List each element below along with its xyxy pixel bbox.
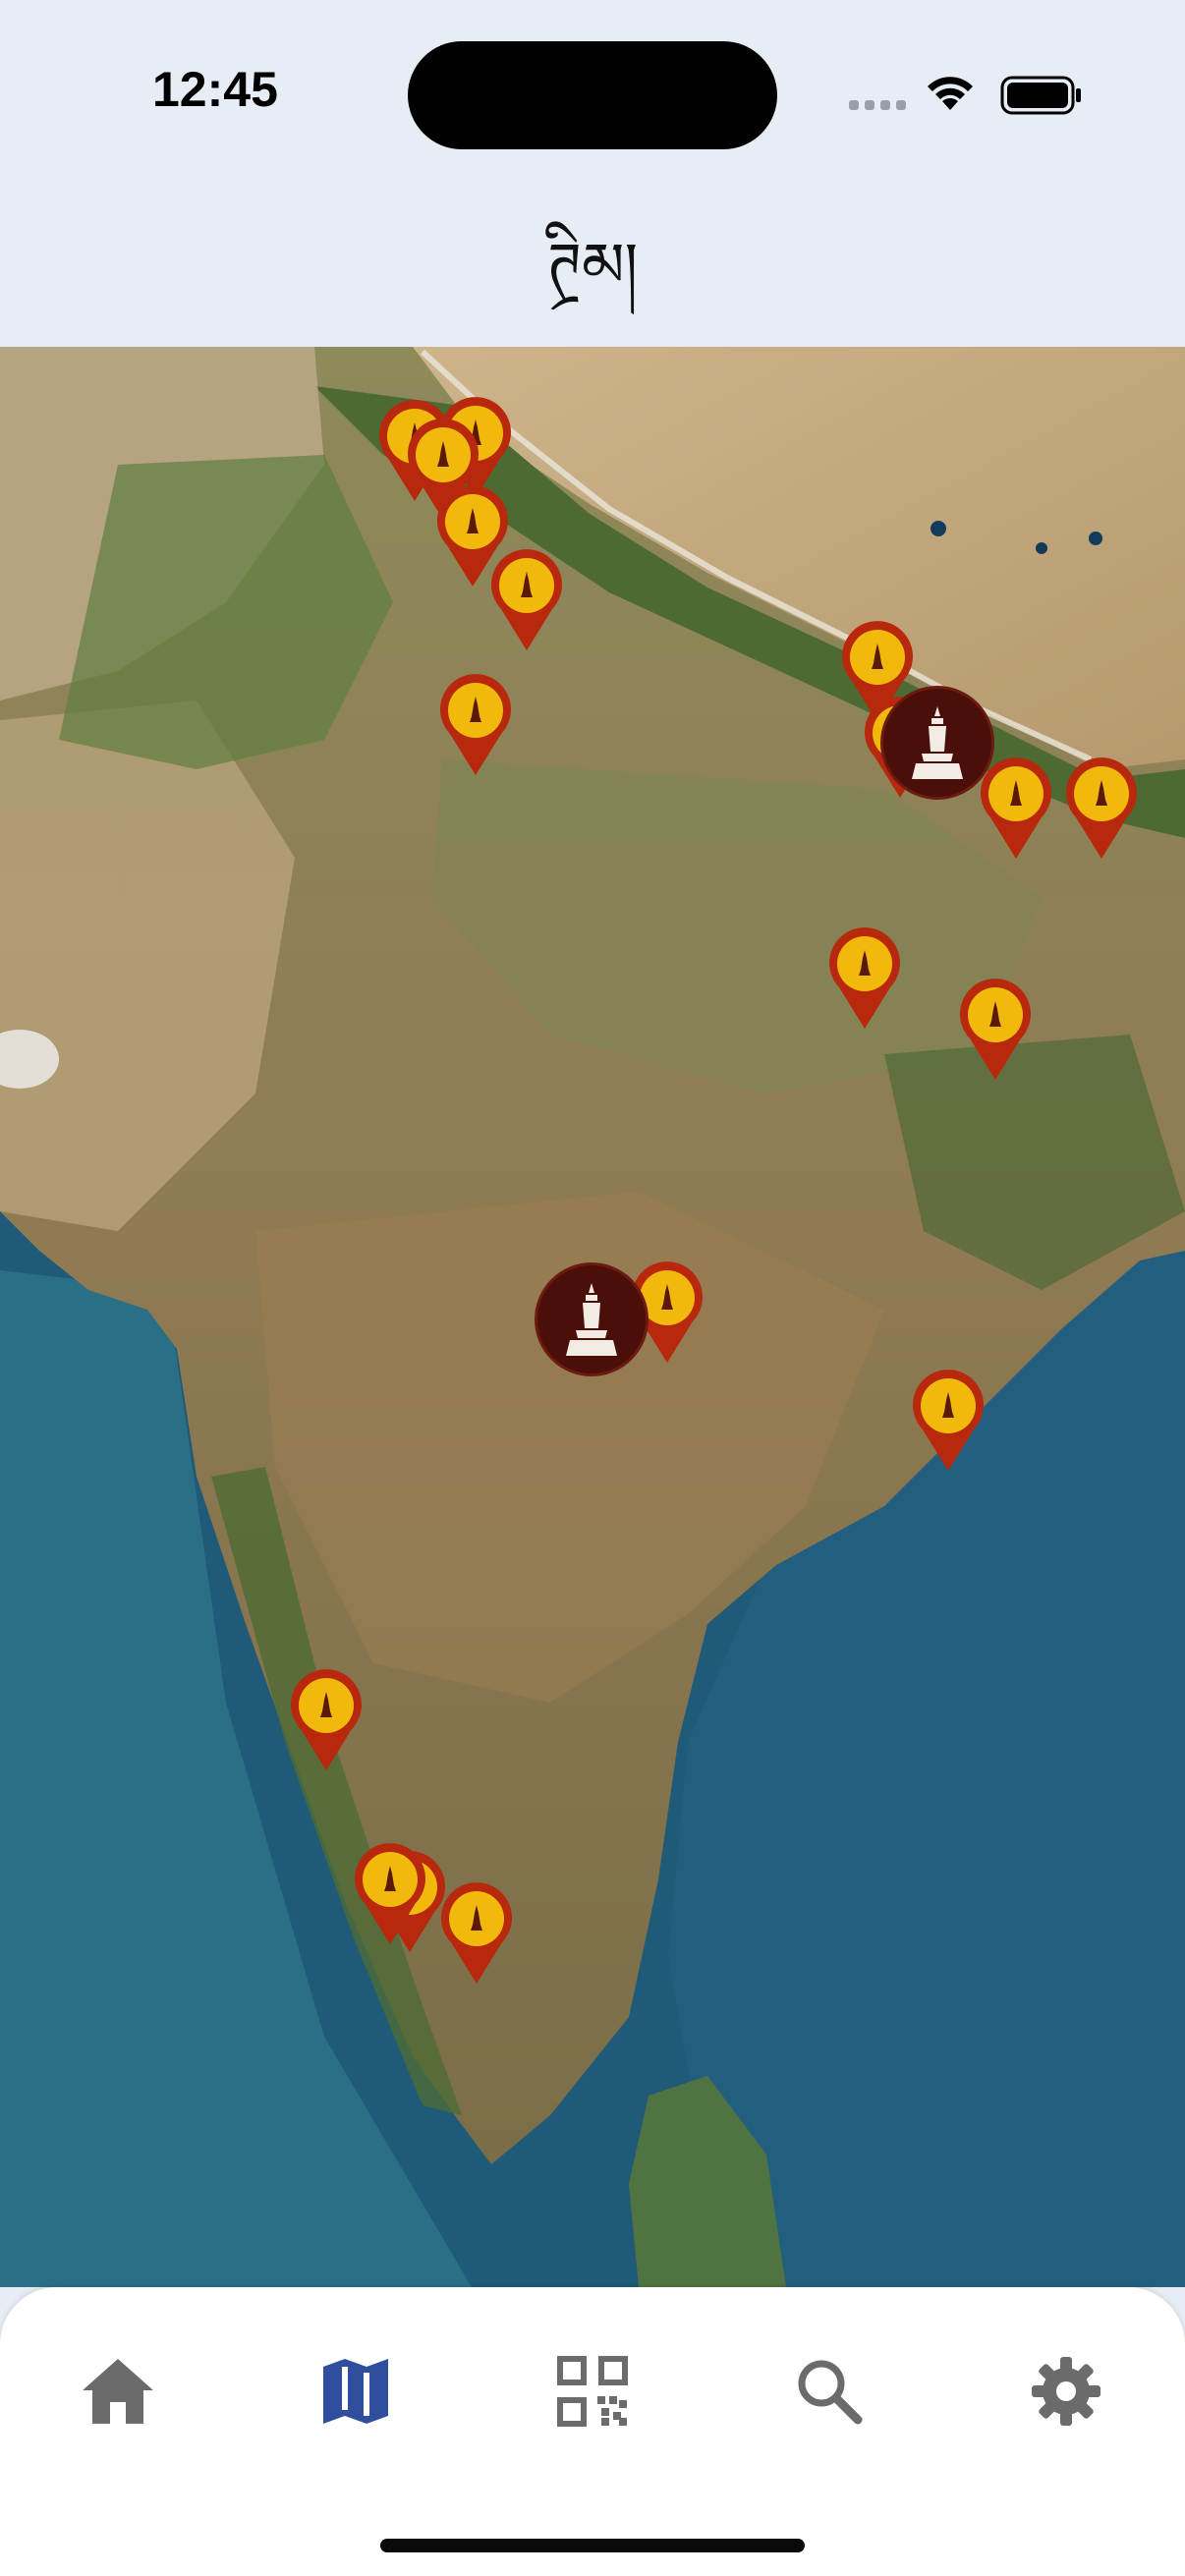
tab-map[interactable] (297, 2332, 415, 2450)
page-title: ཊྲིམ། (546, 229, 639, 301)
map-cluster-marker[interactable] (880, 686, 994, 800)
map-pin[interactable] (288, 1668, 365, 1772)
tab-home[interactable] (59, 2332, 177, 2450)
stupa-icon (912, 706, 963, 779)
wifi-icon (928, 77, 973, 110)
map-pin[interactable] (488, 548, 565, 652)
status-time: 12:45 (152, 62, 278, 117)
map-pin[interactable] (978, 756, 1054, 861)
map-pin[interactable] (910, 1369, 987, 1473)
map-pin[interactable] (437, 673, 514, 777)
tab-search[interactable] (770, 2332, 888, 2450)
map-pin[interactable] (438, 1881, 515, 1986)
map-cluster-marker[interactable] (535, 1262, 649, 1376)
search-icon (798, 2360, 863, 2425)
map-pin[interactable] (957, 978, 1034, 1082)
gear-icon (1032, 2357, 1100, 2426)
stupa-icon (566, 1283, 617, 1356)
map-pin[interactable] (352, 1842, 428, 1946)
battery-icon (1000, 76, 1081, 115)
map-icon (323, 2359, 388, 2424)
tab-qr[interactable] (534, 2332, 651, 2450)
map-pin[interactable] (1063, 756, 1140, 861)
tab-bar (0, 2287, 1185, 2576)
status-bar: 12:45 (0, 0, 1185, 187)
map-view[interactable] (0, 347, 1185, 2287)
dynamic-island (408, 41, 777, 149)
qr-code-icon (557, 2356, 628, 2427)
home-icon (83, 2359, 153, 2424)
tab-settings[interactable] (1007, 2332, 1125, 2450)
cellular-signal-icon (849, 100, 906, 110)
home-indicator[interactable] (380, 2539, 805, 2552)
map-pin[interactable] (826, 926, 903, 1031)
